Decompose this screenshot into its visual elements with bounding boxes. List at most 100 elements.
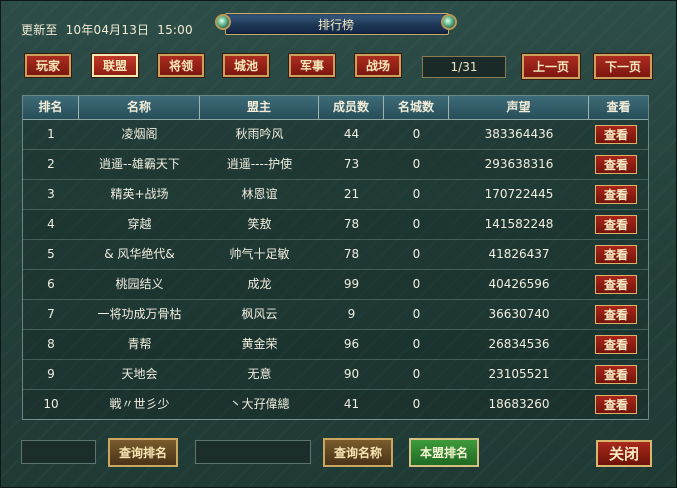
tab-general[interactable]: 将领 <box>158 54 204 77</box>
cell-members: 90 <box>343 367 360 381</box>
next-page-button[interactable]: 下一页 <box>594 54 652 79</box>
cell-rank: 4 <box>47 217 55 231</box>
view-button[interactable]: 查看 <box>595 185 637 204</box>
cell-cities: 0 <box>412 307 421 321</box>
cell-rank: 5 <box>47 247 55 261</box>
cell-name: 逍遥--雄霸天下 <box>99 157 180 171</box>
cell-leader: 逍遥----护使 <box>226 157 293 171</box>
ranking-table: 排名 名称 盟主 成员数 名城数 声望 查看 1 凌烟阁 秋雨吟风 44 0 383364… <box>22 95 649 420</box>
cell-members: 99 <box>343 277 360 291</box>
cell-leader: 黄金荣 <box>241 337 278 351</box>
cell-name: 桃园结义 <box>115 277 164 291</box>
tab-military[interactable]: 军事 <box>289 54 335 77</box>
view-button[interactable]: 查看 <box>595 365 637 384</box>
cell-leader: 秋雨吟风 <box>235 127 284 141</box>
cell-rank: 8 <box>47 337 55 351</box>
name-query-input[interactable] <box>195 440 311 464</box>
view-button[interactable]: 查看 <box>595 335 637 354</box>
view-button[interactable]: 查看 <box>595 245 637 264</box>
cell-prestige: 23105521 <box>488 367 550 381</box>
cell-rank: 9 <box>47 367 55 381</box>
cell-cities: 0 <box>412 157 421 171</box>
cell-name: 天地会 <box>121 367 158 381</box>
update-date: 10年04月13日 <box>65 23 150 37</box>
header-cities: 名城数 <box>384 96 449 119</box>
header-leader: 盟主 <box>200 96 319 119</box>
cell-prestige: 40426596 <box>488 277 550 291</box>
cell-name: & 风华绝代& <box>104 247 175 261</box>
cell-leader: 枫风云 <box>241 307 278 321</box>
update-label: 更新至 <box>21 23 58 37</box>
update-info: 更新至 10年04月13日 15:00 <box>21 21 197 38</box>
rank-query-input[interactable] <box>21 440 96 464</box>
cell-members: 44 <box>343 127 360 141</box>
my-alliance-rank-button[interactable]: 本盟排名 <box>409 438 479 467</box>
cell-leader: 成龙 <box>247 277 272 291</box>
table-header: 排名 名称 盟主 成员数 名城数 声望 查看 <box>23 96 648 120</box>
cell-prestige: 26834536 <box>488 337 550 351</box>
page-indicator: 1/31 <box>422 56 506 78</box>
cell-name: 精英+战场 <box>110 187 169 201</box>
cell-cities: 0 <box>412 367 421 381</box>
cell-prestige: 170722445 <box>484 187 554 201</box>
view-button[interactable]: 查看 <box>595 275 637 294</box>
table-row: 1 凌烟阁 秋雨吟风 44 0 383364436 查看 <box>23 120 648 150</box>
cell-members: 78 <box>343 247 360 261</box>
cell-cities: 0 <box>412 337 421 351</box>
cell-leader: 丶大孖偉總 <box>229 397 290 411</box>
cell-prestige: 293638316 <box>484 157 554 171</box>
cell-rank: 3 <box>47 187 55 201</box>
header-members: 成员数 <box>319 96 384 119</box>
cell-name: 一将功成万骨枯 <box>97 307 182 321</box>
cell-cities: 0 <box>412 127 421 141</box>
cell-prestige: 18683260 <box>488 397 550 411</box>
cell-members: 78 <box>343 217 360 231</box>
cell-rank: 6 <box>47 277 55 291</box>
tab-alliance[interactable]: 联盟 <box>92 54 138 77</box>
table-row: 6 桃园结义 成龙 99 0 40426596 查看 <box>23 270 648 300</box>
cell-leader: 林恩谊 <box>241 187 278 201</box>
cell-leader: 笑敖 <box>247 217 272 231</box>
view-button[interactable]: 查看 <box>595 215 637 234</box>
query-rank-button[interactable]: 查询排名 <box>108 438 178 467</box>
table-row: 2 逍遥--雄霸天下 逍遥----护使 73 0 293638316 查看 <box>23 150 648 180</box>
cell-members: 9 <box>347 307 356 321</box>
view-button[interactable]: 查看 <box>595 305 637 324</box>
cell-leader: 无意 <box>247 367 272 381</box>
cell-name: 凌烟阁 <box>121 127 158 141</box>
prev-page-button[interactable]: 上一页 <box>522 54 580 79</box>
cell-cities: 0 <box>412 397 421 411</box>
cell-members: 41 <box>343 397 360 411</box>
cell-prestige: 383364436 <box>484 127 554 141</box>
cell-name: 戦〃世彡少 <box>109 397 170 411</box>
cell-cities: 0 <box>412 247 421 261</box>
cell-leader: 帅气十足敏 <box>229 247 290 261</box>
table-row: 5 & 风华绝代& 帅气十足敏 78 0 41826437 查看 <box>23 240 648 270</box>
update-time: 15:00 <box>157 23 193 37</box>
cell-prestige: 36630740 <box>488 307 550 321</box>
table-row: 9 天地会 无意 90 0 23105521 查看 <box>23 360 648 390</box>
close-button[interactable]: 关闭 <box>596 440 652 467</box>
header-view: 查看 <box>606 100 631 114</box>
cell-cities: 0 <box>412 217 421 231</box>
tab-city[interactable]: 城池 <box>223 54 269 77</box>
tab-player[interactable]: 玩家 <box>25 54 71 77</box>
window-title: 排行榜 <box>317 18 354 32</box>
title-bar: 排行榜 <box>215 10 457 36</box>
header-prestige: 声望 <box>449 96 589 119</box>
table-body: 1 凌烟阁 秋雨吟风 44 0 383364436 查看 2 逍遥--雄霸天下 逍遥----护使 7… <box>23 120 648 420</box>
header-name: 名称 <box>79 96 200 119</box>
query-name-button[interactable]: 查询名称 <box>323 438 393 467</box>
table-row: 4 穿越 笑敖 78 0 141582248 查看 <box>23 210 648 240</box>
view-button[interactable]: 查看 <box>595 125 637 144</box>
tab-battlefield[interactable]: 战场 <box>355 54 401 77</box>
cell-prestige: 41826437 <box>488 247 550 261</box>
cell-cities: 0 <box>412 187 421 201</box>
cell-cities: 0 <box>412 277 421 291</box>
view-button[interactable]: 查看 <box>595 395 637 414</box>
cell-rank: 2 <box>47 157 55 171</box>
table-row: 10 戦〃世彡少 丶大孖偉總 41 0 18683260 查看 <box>23 390 648 420</box>
view-button[interactable]: 查看 <box>595 155 637 174</box>
table-row: 8 青帮 黄金荣 96 0 26834536 查看 <box>23 330 648 360</box>
cell-members: 21 <box>343 187 360 201</box>
